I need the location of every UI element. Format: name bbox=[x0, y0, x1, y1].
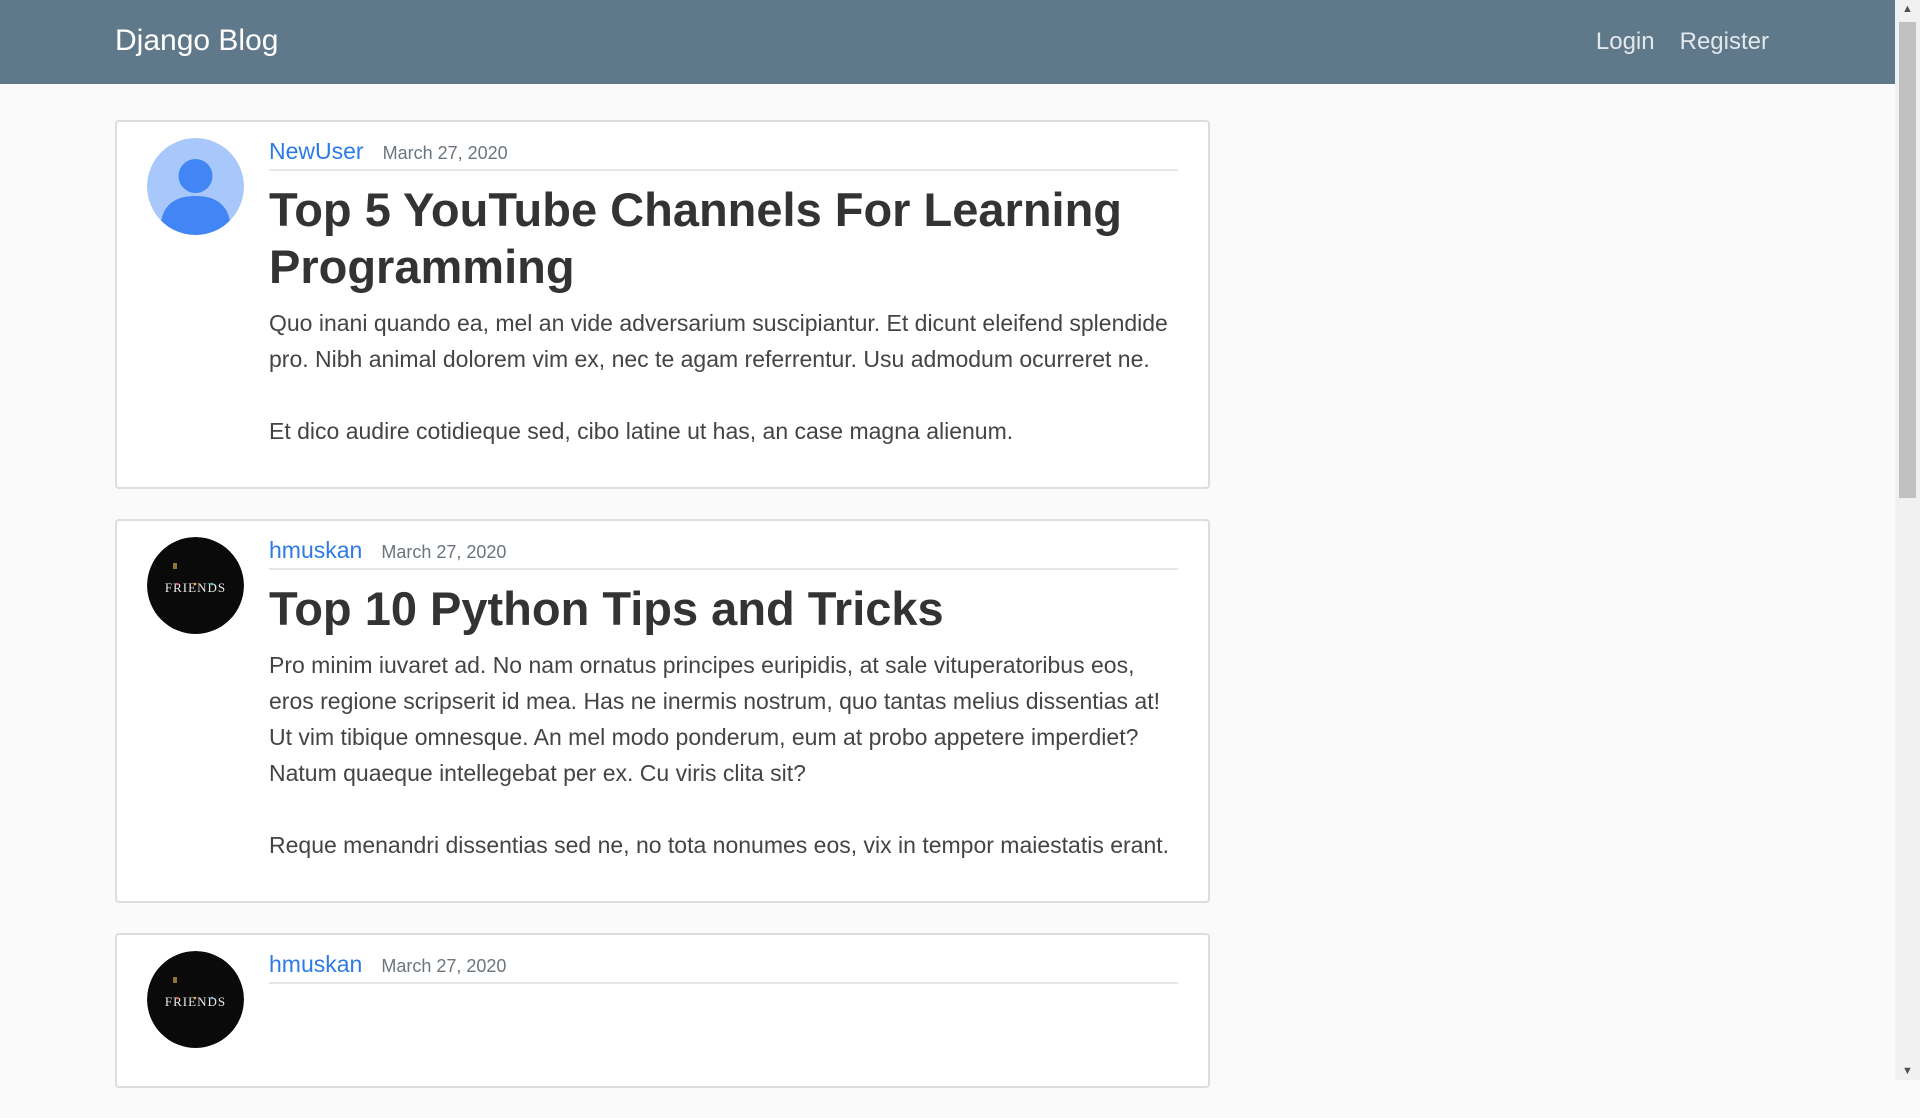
scroll-up-arrow-icon[interactable]: ▲ bbox=[1895, 0, 1920, 18]
post-author-link[interactable]: hmuskan bbox=[269, 951, 362, 978]
post-body: hmuskan March 27, 2020 Top 10 Python Tip… bbox=[269, 537, 1178, 863]
vertical-scrollbar[interactable]: ▲ ▼ bbox=[1895, 0, 1920, 1080]
post-body: NewUser March 27, 2020 Top 5 YouTube Cha… bbox=[269, 138, 1178, 449]
post-date: March 27, 2020 bbox=[381, 956, 507, 976]
post-date: March 27, 2020 bbox=[382, 143, 508, 163]
svg-text:FRIENDS: FRIENDS bbox=[165, 580, 226, 595]
post-title[interactable]: Top 5 YouTube Channels For Learning Prog… bbox=[269, 181, 1178, 295]
person-silhouette-icon bbox=[147, 138, 244, 235]
register-link[interactable]: Register bbox=[1680, 28, 1769, 56]
post-meta: hmuskan March 27, 2020 bbox=[269, 951, 1178, 984]
post-card: NewUser March 27, 2020 Top 5 YouTube Cha… bbox=[115, 120, 1210, 489]
top-navbar: Django Blog Login Register bbox=[0, 0, 1895, 84]
post-paragraph: Pro minim iuvaret ad. No nam ornatus pri… bbox=[269, 652, 1161, 786]
post-paragraph: Quo inani quando ea, mel an vide adversa… bbox=[269, 310, 1168, 372]
post-list: NewUser March 27, 2020 Top 5 YouTube Cha… bbox=[115, 120, 1210, 1118]
post-paragraph: Et dico audire cotidieque sed, cibo lati… bbox=[269, 418, 1014, 444]
svg-text:FRIENDS: FRIENDS bbox=[165, 994, 226, 1009]
post-card: FRIENDS hmuskan March 27, 2020 bbox=[115, 933, 1210, 1088]
scrollbar-thumb[interactable] bbox=[1899, 22, 1916, 498]
scroll-down-arrow-icon[interactable]: ▼ bbox=[1895, 1062, 1920, 1080]
nav-links: Login Register bbox=[1596, 28, 1769, 56]
post-body: hmuskan March 27, 2020 bbox=[269, 951, 1178, 1048]
post-meta: NewUser March 27, 2020 bbox=[269, 138, 1178, 171]
friends-logo-icon: FRIENDS bbox=[147, 951, 244, 1048]
post-meta: hmuskan March 27, 2020 bbox=[269, 537, 1178, 570]
login-link[interactable]: Login bbox=[1596, 28, 1655, 56]
author-avatar[interactable] bbox=[147, 138, 244, 235]
post-card: FRIENDS hmuskan March 27, 2020 Top 10 Py… bbox=[115, 519, 1210, 903]
post-author-link[interactable]: NewUser bbox=[269, 138, 364, 165]
author-avatar[interactable]: FRIENDS bbox=[147, 537, 244, 634]
author-avatar[interactable]: FRIENDS bbox=[147, 951, 244, 1048]
post-title[interactable]: Top 10 Python Tips and Tricks bbox=[269, 580, 1178, 637]
friends-logo-icon: FRIENDS bbox=[147, 537, 244, 634]
post-paragraph: Reque menandri dissentias sed ne, no tot… bbox=[269, 832, 1170, 858]
post-date: March 27, 2020 bbox=[381, 542, 507, 562]
post-author-link[interactable]: hmuskan bbox=[269, 537, 362, 564]
navbar-brand[interactable]: Django Blog bbox=[115, 24, 278, 58]
